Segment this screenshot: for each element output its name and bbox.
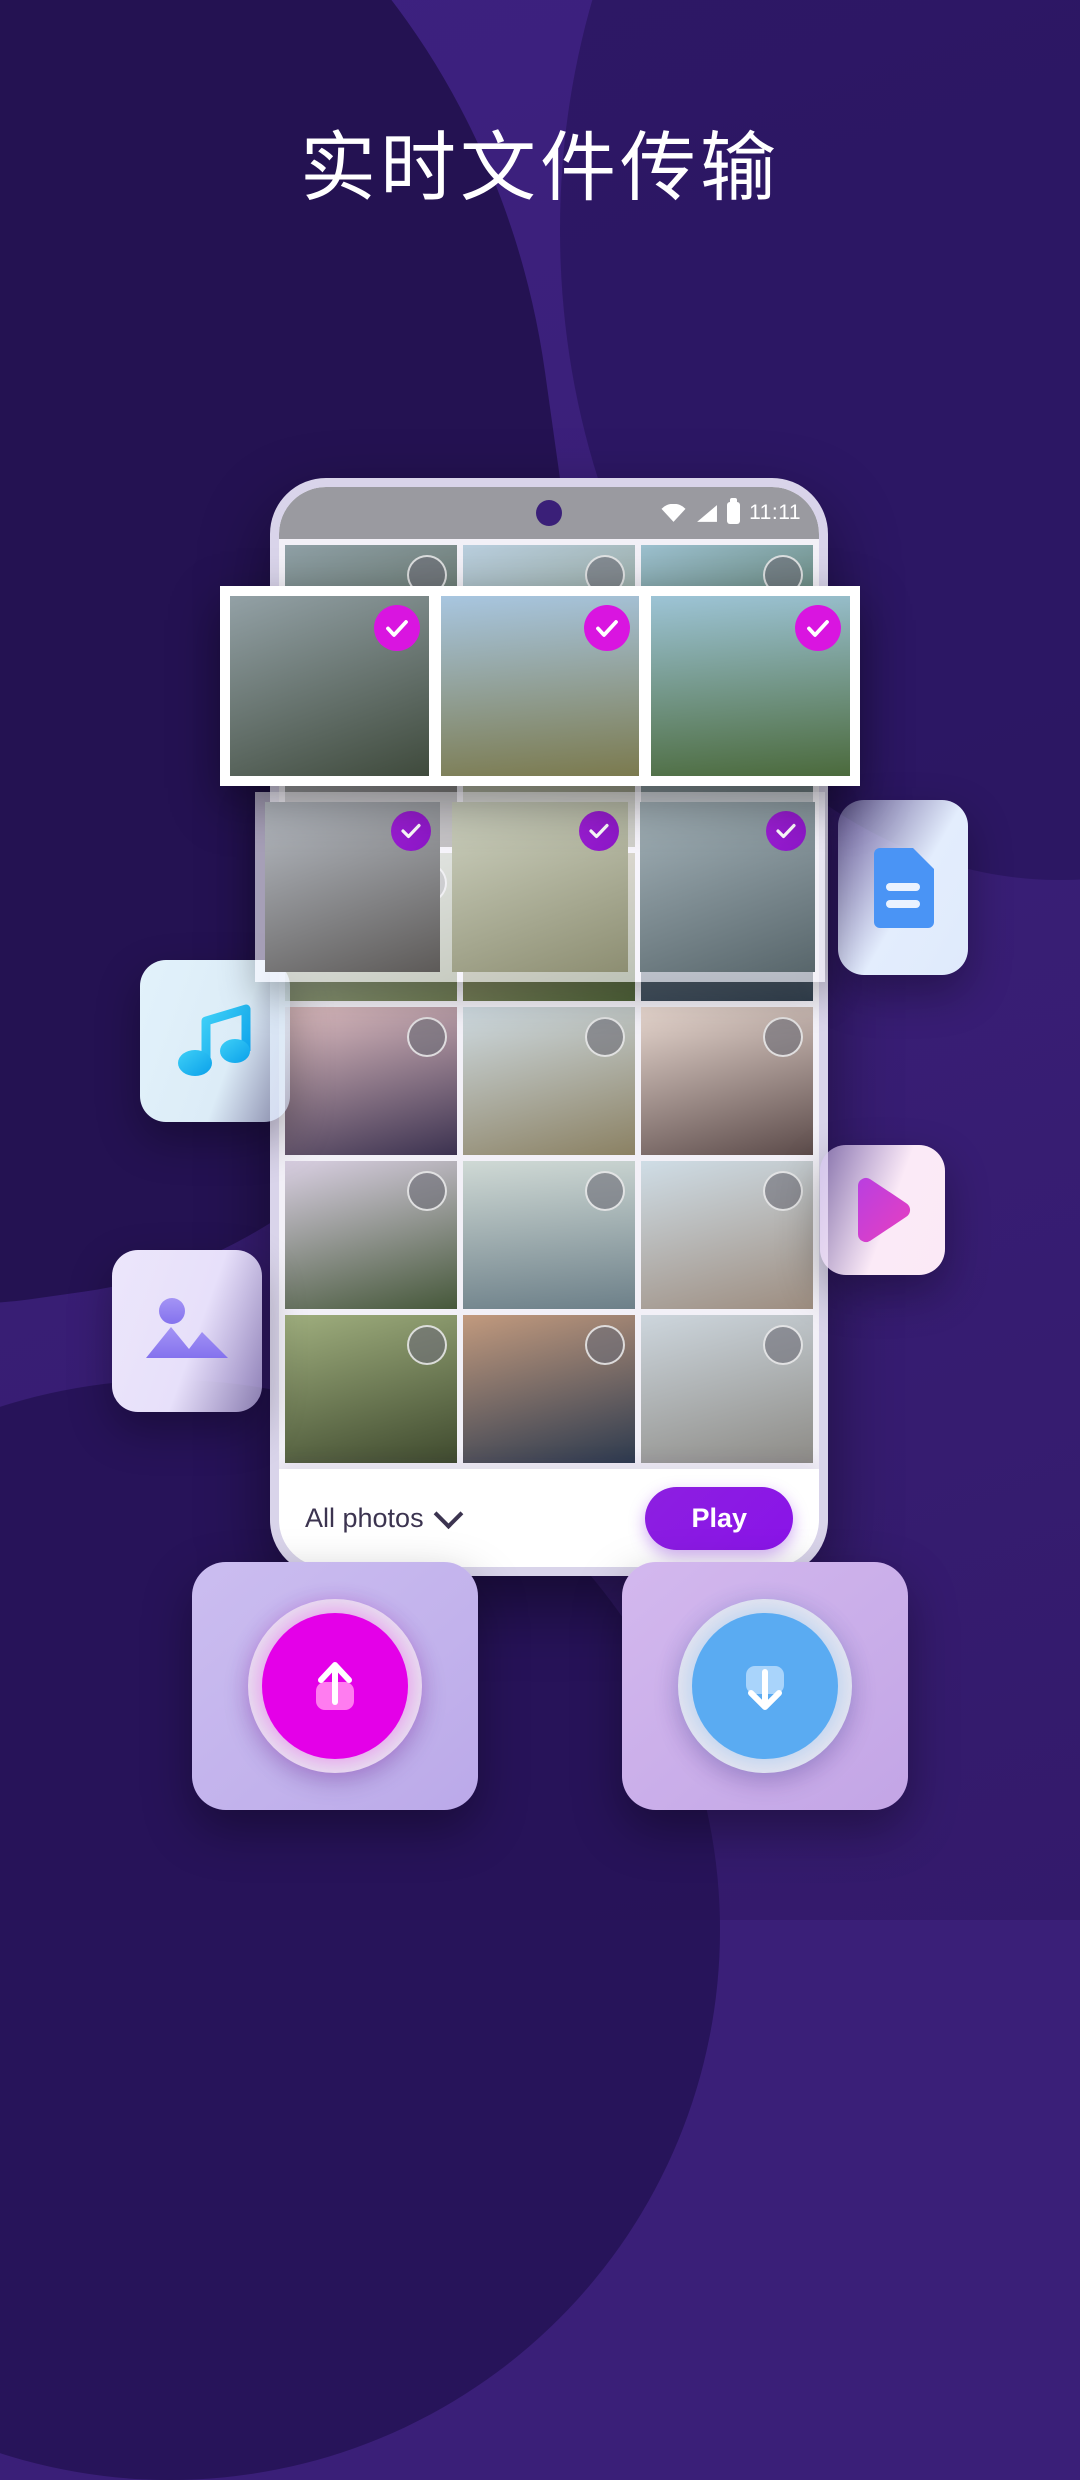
photo-cell[interactable] [641,1161,813,1309]
check-icon[interactable] [765,811,806,851]
selection-circle-icon[interactable] [763,1171,803,1211]
check-icon[interactable] [584,605,631,651]
selected-photo[interactable] [440,596,640,776]
photo-cell[interactable] [285,1315,457,1463]
selected-photo[interactable] [639,802,815,972]
music-file-card[interactable] [140,960,290,1122]
selection-circle-icon[interactable] [585,1017,625,1057]
page-title: 实时文件传输 [300,123,780,212]
upload-arrow-icon [316,1662,354,1710]
photo-cell[interactable] [285,1007,457,1155]
receive-button-circle[interactable] [692,1613,838,1759]
battery-icon [727,498,741,524]
phone-bottom-bar: All photos Play [279,1469,819,1567]
selection-circle-icon[interactable] [407,1171,447,1211]
selected-photo[interactable] [230,596,429,776]
photo-cell[interactable] [641,1315,813,1463]
photo-cell[interactable] [463,1161,635,1309]
send-button[interactable] [192,1562,478,1810]
selected-photo[interactable] [452,802,628,972]
check-icon[interactable] [795,605,842,651]
check-icon[interactable] [391,811,432,851]
check-icon[interactable] [373,605,420,651]
chevron-down-icon[interactable] [433,1498,463,1529]
selected-photo[interactable] [265,802,441,972]
selection-circle-icon[interactable] [763,1325,803,1365]
photo-cell[interactable] [641,1007,813,1155]
selection-circle-icon[interactable] [763,1017,803,1057]
image-icon [146,1298,228,1358]
selection-circle-icon[interactable] [585,1325,625,1365]
music-note-icon [178,1004,251,1076]
front-camera-icon [536,500,562,526]
selected-photo[interactable] [651,596,851,776]
document-file-card[interactable] [838,800,968,975]
receive-button-ring [678,1599,852,1773]
status-bar-time: 11:11 [749,501,801,524]
play-button[interactable]: Play [645,1486,793,1550]
check-icon[interactable] [578,811,619,851]
status-bar: 11:11 [279,487,819,539]
photo-cell[interactable] [463,1007,635,1155]
photo-file-card[interactable] [112,1250,262,1412]
selected-photos-strip-primary[interactable] [220,586,860,786]
send-button-ring [248,1599,422,1773]
wifi-icon [661,503,686,522]
download-arrow-icon [746,1666,784,1710]
all-photos-filter[interactable]: All photos [305,1498,463,1534]
video-file-card[interactable] [820,1145,945,1275]
document-icon [874,847,934,928]
photo-cell[interactable] [463,1315,635,1463]
selection-circle-icon[interactable] [407,1325,447,1365]
receive-button[interactable] [622,1562,908,1810]
selected-photos-strip-secondary[interactable] [255,792,825,982]
selection-circle-icon[interactable] [407,1017,447,1057]
cellular-signal-icon [697,504,718,522]
all-photos-label: All photos [305,1502,424,1533]
photo-cell[interactable] [285,1161,457,1309]
selection-circle-icon[interactable] [585,1171,625,1211]
play-triangle-icon [857,1177,910,1243]
send-button-circle[interactable] [262,1613,408,1759]
